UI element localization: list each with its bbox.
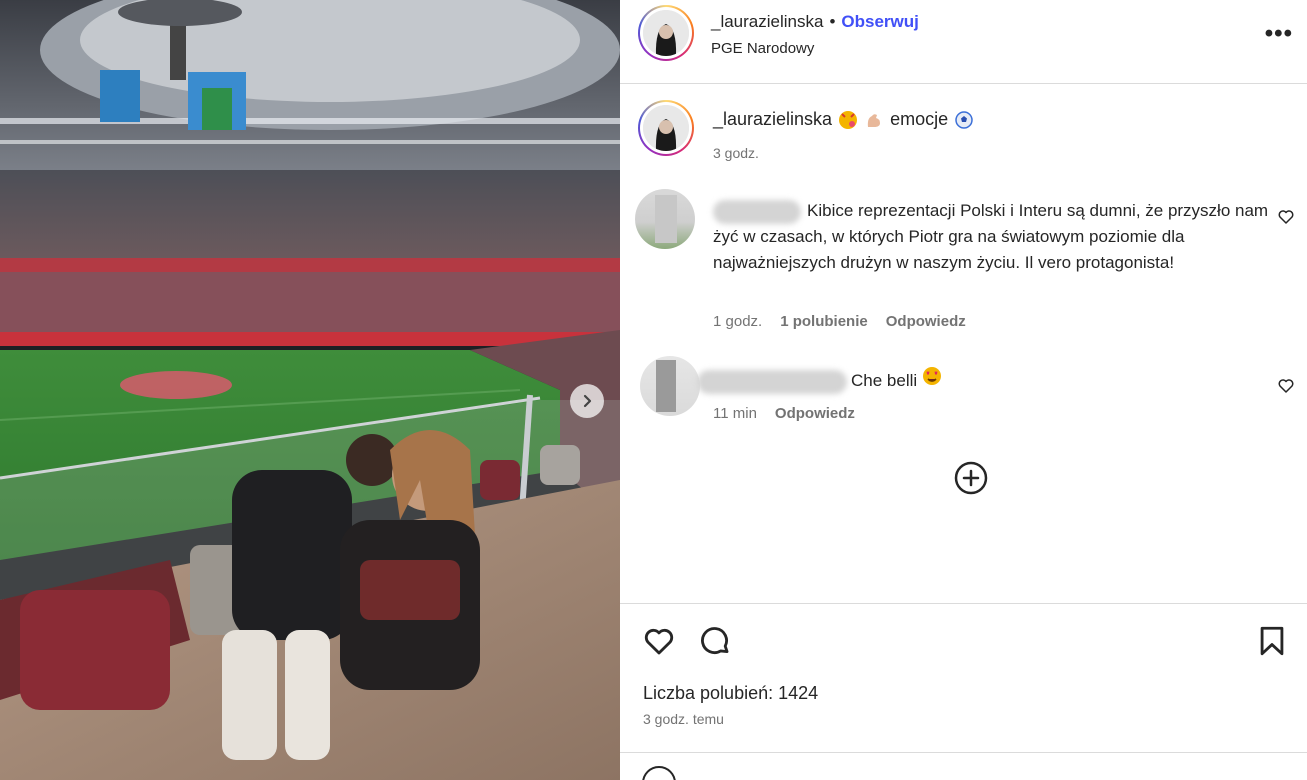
emoji-icon[interactable] [642,766,676,780]
location-link[interactable]: PGE Narodowy [711,40,814,57]
blurred-username [697,369,847,394]
post-photo[interactable] [0,0,620,780]
author-avatar[interactable] [638,5,694,61]
heart-icon[interactable] [1277,377,1295,395]
profile-photo [643,105,689,151]
caption-username[interactable]: _laurazielinska [713,109,832,130]
comment-icon[interactable] [698,624,732,658]
heart-eyes-emoji [922,366,942,386]
reply-button[interactable]: Odpowiedz [886,313,966,330]
post-time[interactable]: 3 godz. temu [643,711,724,727]
comment-likes[interactable]: 1 polubienie [780,313,868,330]
plus-circle-icon[interactable] [954,461,988,495]
reply-button[interactable]: Odpowiedz [775,405,855,422]
author-line: _laurazielinska • Obserwuj [711,12,919,32]
author-username[interactable]: _laurazielinska [711,12,823,31]
post-header: _laurazielinska • Obserwuj PGE Narodowy ••… [620,0,1307,84]
comment-time[interactable]: 1 godz. [713,313,762,330]
stadium-photo [0,0,620,780]
caption: _laurazielinska emocje [713,109,974,130]
profile-photo [643,10,689,56]
commenter-avatar[interactable] [640,356,700,416]
separator-dot: • [829,12,836,31]
caption-time[interactable]: 3 godz. [713,145,759,161]
instagram-post-view: _laurazielinska • Obserwuj PGE Narodowy ••… [0,0,1307,780]
heart-icon[interactable] [1277,208,1295,226]
next-photo-button[interactable] [570,384,604,418]
commenter-avatar[interactable] [635,189,695,249]
comment-body: Che belli [851,371,918,390]
soccer-ball-emoji [954,110,974,130]
post-details-panel: _laurazielinska • Obserwuj PGE Narodowy ••… [620,0,1307,780]
likes-count[interactable]: Liczba polubień: 1424 [643,683,818,704]
chevron-right-icon [583,394,592,408]
heart-icon[interactable] [642,624,676,658]
bookmark-icon[interactable] [1257,624,1287,658]
comment-meta: 11 min Odpowiedz [713,405,855,422]
comment-text: Kibice reprezentacji Polski i Interu są … [713,198,1273,276]
caption-avatar[interactable] [638,100,694,156]
comment-meta: 1 godz. 1 polubienie Odpowiedz [713,313,966,330]
post-actions: Liczba polubień: 1424 3 godz. temu [620,603,1307,753]
comment-text: Che belli [697,366,942,394]
flexed-biceps-emoji [864,110,884,130]
divider [620,752,1307,753]
more-icon[interactable]: ••• [1265,20,1293,48]
caption-text: emocje [890,109,949,129]
comment-time[interactable]: 11 min [713,405,757,422]
kiss-face-emoji [838,110,858,130]
follow-button[interactable]: Obserwuj [841,12,918,31]
blurred-username [713,199,801,224]
